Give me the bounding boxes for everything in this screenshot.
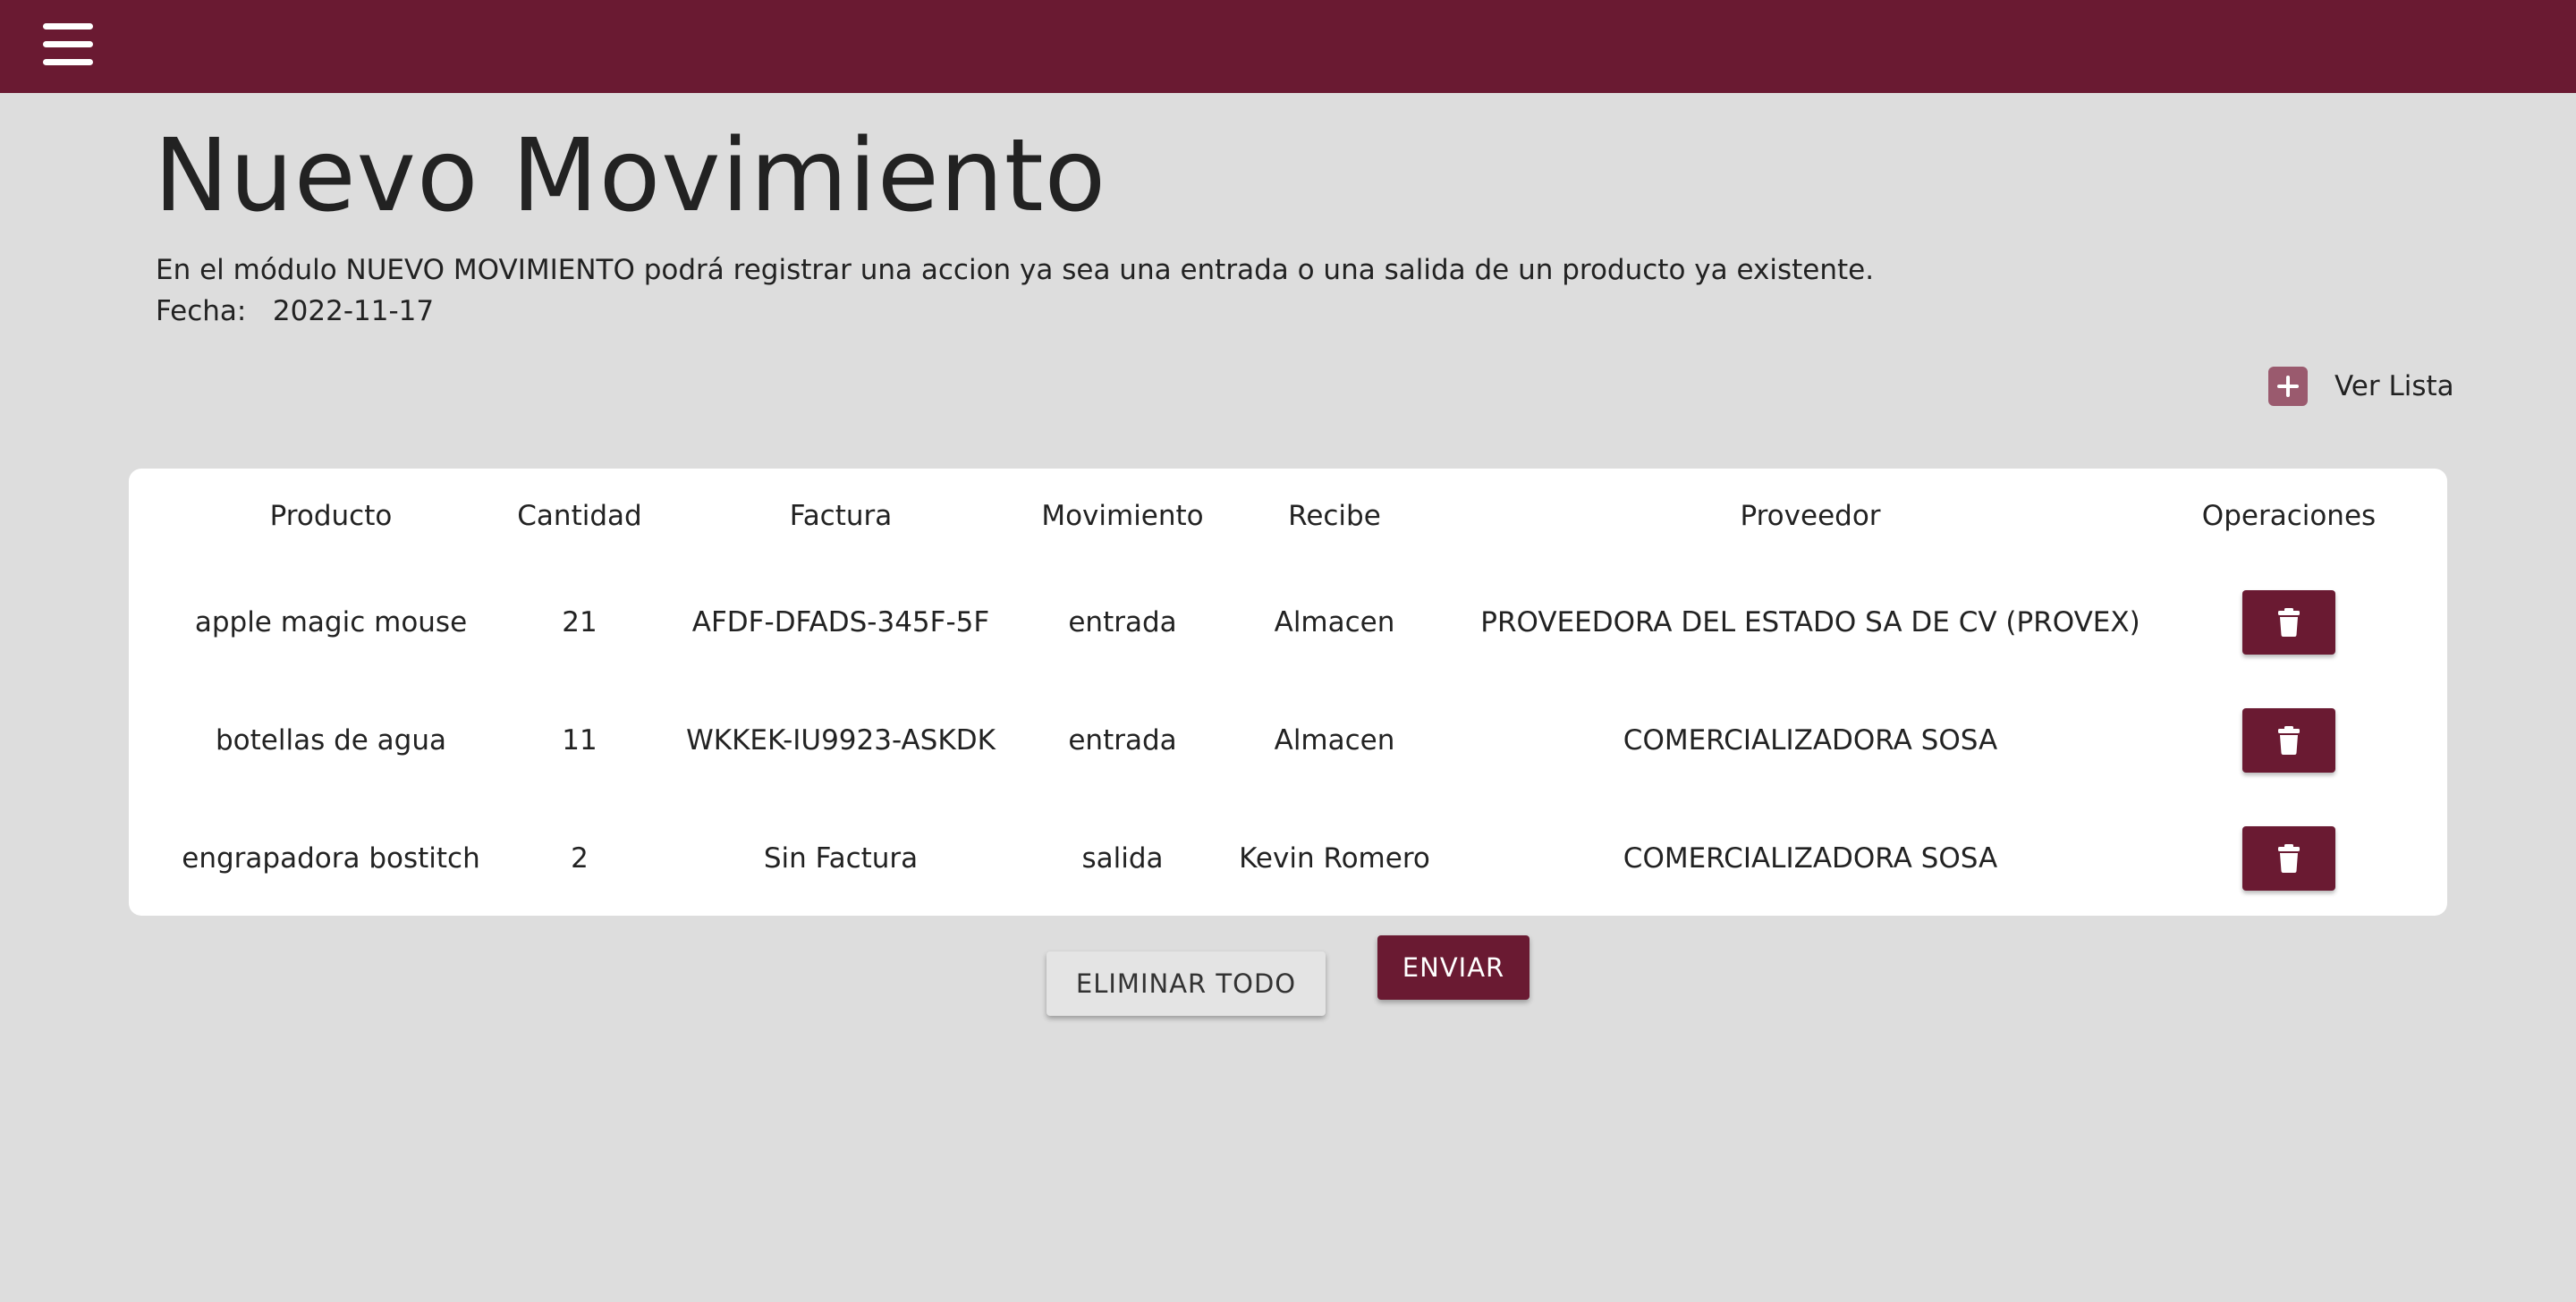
header-factura: Factura bbox=[789, 500, 893, 532]
cell-proveedor: PROVEEDORA DEL ESTADO SA DE CV (PROVEX) bbox=[1480, 606, 2140, 638]
eliminar-todo-button[interactable]: ELIMINAR TODO bbox=[1046, 951, 1326, 1016]
movements-table-card: Producto Cantidad Factura Movimiento Rec… bbox=[129, 469, 2447, 916]
cell-producto: botellas de agua bbox=[215, 724, 447, 757]
header-recibe: Recibe bbox=[1288, 500, 1381, 532]
menu-line bbox=[43, 23, 93, 30]
cell-cantidad: 21 bbox=[562, 606, 597, 638]
cell-factura: Sin Factura bbox=[763, 842, 919, 875]
page-title: Nuevo Movimiento bbox=[154, 118, 1107, 234]
cell-movimiento: salida bbox=[1081, 842, 1164, 875]
header-cantidad: Cantidad bbox=[517, 500, 642, 532]
table-row: botellas de agua 11 WKKEK-IU9923-ASKDK e… bbox=[156, 681, 2410, 799]
ver-lista-link[interactable]: Ver Lista bbox=[2268, 365, 2454, 408]
header-proveedor: Proveedor bbox=[1740, 500, 1881, 532]
date-line: Fecha: 2022-11-17 bbox=[156, 295, 434, 327]
table-row: engrapadora bostitch 2 Sin Factura salid… bbox=[156, 799, 2410, 917]
cell-proveedor: COMERCIALIZADORA SOSA bbox=[1623, 842, 1998, 875]
table-row: apple magic mouse 21 AFDF-DFADS-345F-5F … bbox=[156, 563, 2410, 681]
delete-row-button[interactable] bbox=[2242, 826, 2335, 891]
cell-recibe: Almacen bbox=[1274, 606, 1395, 638]
cell-operaciones bbox=[2168, 563, 2410, 681]
date-label: Fecha: bbox=[156, 295, 247, 327]
trash-icon bbox=[2278, 726, 2300, 755]
header-producto: Producto bbox=[269, 500, 393, 532]
menu-line bbox=[43, 41, 93, 47]
header-operaciones: Operaciones bbox=[2201, 500, 2377, 532]
plus-square-icon[interactable] bbox=[2268, 367, 2308, 406]
table-header-row: Producto Cantidad Factura Movimiento Rec… bbox=[156, 469, 2410, 563]
ver-lista-label[interactable]: Ver Lista bbox=[2334, 370, 2454, 402]
delete-row-button[interactable] bbox=[2242, 708, 2335, 773]
cell-movimiento: entrada bbox=[1068, 724, 1177, 757]
page-description: En el módulo NUEVO MOVIMIENTO podrá regi… bbox=[156, 254, 1875, 286]
cell-factura: AFDF-DFADS-345F-5F bbox=[691, 606, 990, 638]
trash-icon bbox=[2278, 844, 2300, 873]
cell-recibe: Almacen bbox=[1274, 724, 1395, 757]
cell-proveedor: COMERCIALIZADORA SOSA bbox=[1623, 724, 1998, 757]
delete-row-button[interactable] bbox=[2242, 590, 2335, 655]
cell-cantidad: 11 bbox=[562, 724, 597, 757]
cell-movimiento: entrada bbox=[1068, 606, 1177, 638]
cell-operaciones bbox=[2168, 799, 2410, 917]
cell-cantidad: 2 bbox=[571, 842, 589, 875]
trash-icon bbox=[2278, 608, 2300, 637]
hamburger-menu-icon[interactable] bbox=[43, 21, 93, 66]
date-value: 2022-11-17 bbox=[272, 295, 435, 327]
date-separator bbox=[255, 295, 264, 327]
menu-line bbox=[43, 59, 93, 65]
top-app-bar bbox=[0, 0, 2576, 93]
header-movimiento: Movimiento bbox=[1041, 500, 1204, 532]
cell-producto: engrapadora bostitch bbox=[182, 842, 480, 875]
cell-operaciones bbox=[2168, 681, 2410, 799]
movements-table: Producto Cantidad Factura Movimiento Rec… bbox=[156, 469, 2410, 917]
cell-producto: apple magic mouse bbox=[194, 606, 468, 638]
cell-factura: WKKEK-IU9923-ASKDK bbox=[686, 724, 996, 757]
enviar-button[interactable]: ENVIAR bbox=[1377, 935, 1530, 1000]
cell-recibe: Kevin Romero bbox=[1239, 842, 1430, 875]
